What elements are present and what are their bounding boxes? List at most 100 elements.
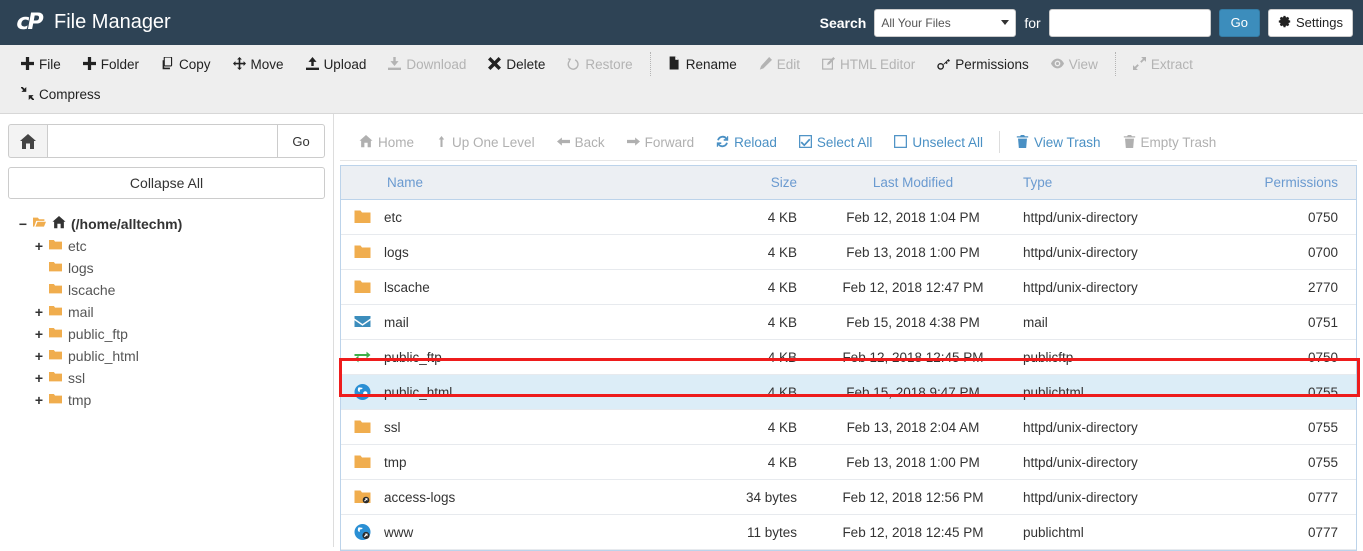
tree-node-label[interactable]: tmp xyxy=(68,392,91,408)
folder-icon xyxy=(353,243,371,261)
tree-node-homealltechm[interactable]: − (/home/alltechm) xyxy=(16,213,325,235)
nav-view-trash-button[interactable]: View Trash xyxy=(1005,134,1112,150)
path-go-button[interactable]: Go xyxy=(277,124,325,158)
cell-name[interactable]: lscache xyxy=(341,269,682,305)
cell-name[interactable]: tmp xyxy=(341,444,682,480)
column-header-last-modified[interactable]: Last Modified xyxy=(813,165,1013,200)
cell-type: mail xyxy=(1013,304,1218,340)
toolbar-compress-button[interactable]: Compress xyxy=(10,81,112,107)
table-row[interactable]: www 11 bytes Feb 12, 2018 12:45 PM publicht… xyxy=(341,514,1356,550)
nav-forward-button: Forward xyxy=(616,135,706,150)
search-scope-select[interactable]: All Your Files xyxy=(874,8,1017,37)
tree-node-lscache[interactable]: + lscache xyxy=(16,279,325,301)
toolbar-copy-button[interactable]: Copy xyxy=(150,51,222,77)
cell-name[interactable]: mail xyxy=(341,304,682,340)
table-row[interactable]: mail 4 KB Feb 15, 2018 4:38 PM mail 0751 xyxy=(341,304,1356,340)
toolbar-extract-button: Extract xyxy=(1122,51,1204,77)
cell-type: publichtml xyxy=(1013,514,1218,550)
folder-icon xyxy=(48,392,63,408)
left-arrow-icon xyxy=(556,135,570,150)
search-input[interactable] xyxy=(1048,8,1211,37)
cell-name[interactable]: public_html xyxy=(341,374,682,410)
table-row[interactable]: etc 4 KB Feb 12, 2018 1:04 PM httpd/unix-di… xyxy=(341,199,1356,235)
tree-node-public_html[interactable]: + public_html xyxy=(16,345,325,367)
cell-name[interactable]: www xyxy=(341,514,682,550)
tree-node-label[interactable]: lscache xyxy=(68,282,115,298)
table-row[interactable]: tmp 4 KB Feb 13, 2018 1:00 PM httpd/unix-di… xyxy=(341,444,1356,480)
column-header-size[interactable]: Size xyxy=(682,165,813,200)
toolbar-item-label: Upload xyxy=(323,56,367,72)
file-icon xyxy=(668,56,681,72)
reload-icon xyxy=(716,135,729,150)
tree-node-logs[interactable]: + logs xyxy=(16,257,325,279)
tree-node-tmp[interactable]: + tmp xyxy=(16,389,325,411)
search-go-button[interactable]: Go xyxy=(1218,8,1261,37)
main-area: Go Collapse All − (/home/alltechm) + etc + l… xyxy=(0,114,1363,551)
table-row[interactable]: logs 4 KB Feb 13, 2018 1:00 PM httpd/unix-d… xyxy=(341,234,1356,270)
tree-node-public_ftp[interactable]: + public_ftp xyxy=(16,323,325,345)
ftp-exchange-icon xyxy=(353,348,371,366)
column-header-type[interactable]: Type xyxy=(1013,165,1218,200)
folder-icon xyxy=(353,278,371,296)
times-icon xyxy=(488,56,502,72)
toolbar-permissions-button[interactable]: Permissions xyxy=(926,51,1040,77)
collapse-all-button[interactable]: Collapse All xyxy=(8,167,325,199)
tree-node-etc[interactable]: + etc xyxy=(16,235,325,257)
tree-expander[interactable]: + xyxy=(32,238,46,254)
tree-expander[interactable]: + xyxy=(32,304,46,320)
column-header-permissions[interactable]: Permissions xyxy=(1218,165,1356,200)
folder-icon xyxy=(48,348,63,364)
toolbar-rename-button[interactable]: Rename xyxy=(657,51,748,77)
tree-node-mail[interactable]: + mail xyxy=(16,301,325,323)
tree-node-label[interactable]: etc xyxy=(68,238,87,254)
cell-size: 4 KB xyxy=(682,444,813,480)
tree-node-label[interactable]: mail xyxy=(68,304,94,320)
nav-up-one-level-button: Up One Level xyxy=(425,135,546,150)
cell-name[interactable]: ssl xyxy=(341,409,682,445)
nav-item-label: Select All xyxy=(816,134,873,150)
tree-expander[interactable]: − xyxy=(16,216,30,232)
tree-expander[interactable]: + xyxy=(32,282,46,298)
table-row[interactable]: access-logs 34 bytes Feb 12, 2018 12:56 PM… xyxy=(341,479,1356,515)
toolbar-upload-button[interactable]: Upload xyxy=(295,51,378,77)
file-name-label: access-logs xyxy=(384,489,456,505)
file-table: Name Size Last Modified Type Permissions… xyxy=(341,165,1356,550)
tree-expander[interactable]: + xyxy=(32,392,46,408)
column-header-name[interactable]: Name xyxy=(341,165,682,200)
tree-expander[interactable]: + xyxy=(32,370,46,386)
up-arrow-icon xyxy=(436,135,447,150)
tree-node-label[interactable]: public_html xyxy=(68,348,139,364)
tree-expander[interactable]: + xyxy=(32,260,46,276)
toolbar-move-button[interactable]: Move xyxy=(222,51,295,77)
settings-button[interactable]: Settings xyxy=(1268,8,1353,37)
toolbar-item-label: Folder xyxy=(100,56,140,72)
path-bar: Go xyxy=(8,124,325,158)
table-row[interactable]: lscache 4 KB Feb 12, 2018 12:47 PM httpd/un… xyxy=(341,269,1356,305)
cell-size: 4 KB xyxy=(682,339,813,375)
cell-last-modified: Feb 12, 2018 12:56 PM xyxy=(813,479,1013,515)
path-input[interactable] xyxy=(47,124,277,158)
table-row[interactable]: public_html 4 KB Feb 15, 2018 9:47 PM publi… xyxy=(341,374,1356,410)
cell-name[interactable]: public_ftp xyxy=(341,339,682,375)
tree-expander[interactable]: + xyxy=(32,326,46,342)
toolbar-folder-button[interactable]: Folder xyxy=(72,51,150,77)
move-icon xyxy=(232,56,246,72)
tree-node-label[interactable]: (/home/alltechm) xyxy=(71,216,182,232)
table-row[interactable]: public_ftp 4 KB Feb 12, 2018 12:45 PM publi… xyxy=(341,339,1356,375)
tree-node-ssl[interactable]: + ssl xyxy=(16,367,325,389)
tree-node-label[interactable]: public_ftp xyxy=(68,326,128,342)
tree-node-label[interactable]: logs xyxy=(68,260,94,276)
nav-select-all-button[interactable]: Select All xyxy=(788,135,884,150)
cell-name[interactable]: etc xyxy=(341,199,682,235)
cell-name[interactable]: access-logs xyxy=(341,479,682,515)
cell-permissions: 0751 xyxy=(1218,304,1356,340)
toolbar-file-button[interactable]: File xyxy=(10,51,72,77)
table-row[interactable]: ssl 4 KB Feb 13, 2018 2:04 AM httpd/unix-di… xyxy=(341,409,1356,445)
toolbar-delete-button[interactable]: Delete xyxy=(477,51,556,77)
nav-reload-button[interactable]: Reload xyxy=(705,135,788,150)
home-icon[interactable] xyxy=(8,124,47,158)
cell-name[interactable]: logs xyxy=(341,234,682,270)
tree-node-label[interactable]: ssl xyxy=(68,370,85,386)
nav-unselect-all-button[interactable]: Unselect All xyxy=(883,135,994,150)
tree-expander[interactable]: + xyxy=(32,348,46,364)
